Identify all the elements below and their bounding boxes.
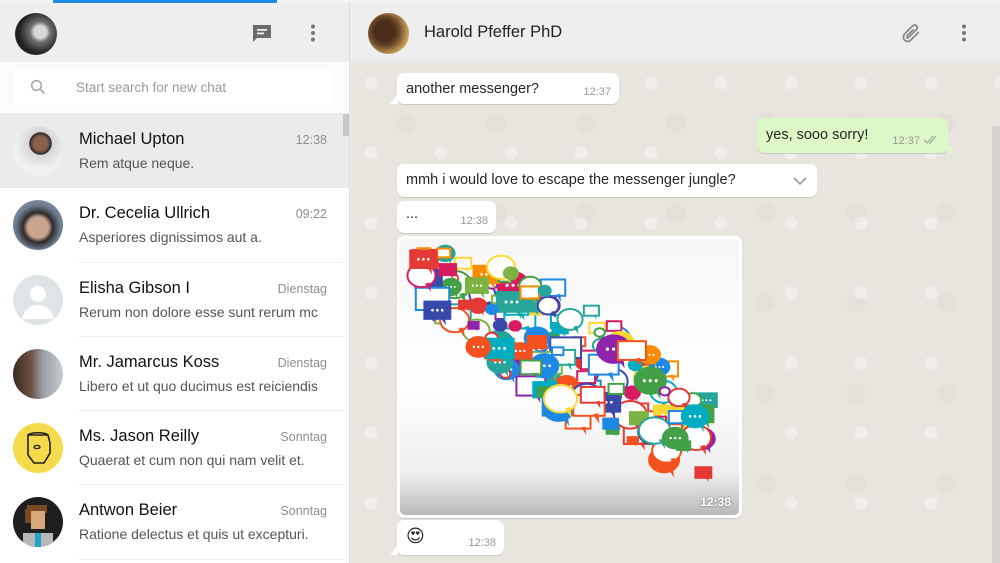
conversation-scrollbar[interactable]	[992, 126, 1000, 563]
last-message-preview: Quaerat et cum non qui nam velit et.	[79, 452, 305, 469]
last-message-time: Sonntag	[280, 504, 327, 519]
bubble-tail	[390, 545, 398, 555]
search-bar	[0, 62, 349, 114]
last-message-preview: Rem atque neque.	[79, 155, 195, 171]
message-time: 12:37	[583, 86, 611, 98]
contact-avatar	[13, 274, 63, 325]
contact-avatar	[13, 200, 63, 251]
message-incoming[interactable]: another messenger? 12:37	[390, 73, 619, 104]
contact-name: Antwon Beier	[79, 501, 178, 520]
last-message-preview: Ratione delectus et quis ut excepturi.	[79, 526, 309, 543]
new-chat-button[interactable]	[250, 21, 274, 45]
contact-name: Mr. Jamarcus Koss	[79, 352, 220, 371]
message-time: 12:37	[892, 135, 920, 147]
double-check-icon	[923, 135, 937, 144]
chat-list-item[interactable]: Michael Upton 12:38 Rem atque neque.	[0, 114, 349, 189]
contact-name: Michael Upton	[79, 130, 185, 148]
message-text: yes, sooo sorry!	[766, 127, 869, 143]
chat-list-item[interactable]: Elisha Gibson I Dienstag Rerum non dolor…	[0, 263, 349, 337]
message-time: 12:38	[700, 495, 731, 509]
sidebar-header	[0, 3, 349, 62]
shared-image[interactable]: 12:38	[400, 239, 739, 515]
message-outgoing[interactable]: yes, sooo sorry! 12:37	[757, 118, 955, 153]
sidebar-menu-button[interactable]	[301, 21, 325, 45]
conversation-header: Harold Pfeffer PhD	[351, 3, 1000, 62]
speech-bubble-shape	[694, 466, 713, 482]
message-time: 12:38	[460, 215, 488, 227]
attach-button[interactable]	[900, 21, 924, 45]
last-message-preview: Asperiores dignissimos aut a.	[79, 229, 262, 246]
chat-list-item[interactable]: Ms. Jason Reilly Sonntag Quaerat et cum …	[0, 411, 349, 486]
scrollbar-thumb[interactable]	[343, 114, 349, 136]
contact-name: Dr. Cecelia Ullrich	[79, 204, 211, 223]
conversation-menu-button[interactable]	[952, 21, 976, 45]
message-incoming[interactable]: 😍 12:38	[390, 520, 504, 555]
conversation-panel: Harold Pfeffer PhD another messenger? 12…	[351, 3, 1000, 563]
message-text: another messenger?	[406, 81, 539, 97]
emoji-message: 😍	[406, 526, 425, 546]
chat-list-item[interactable]: Antwon Beier Sonntag Ratione delectus et…	[0, 485, 349, 560]
chat-bubble-icon	[253, 25, 271, 42]
contact-name[interactable]: Harold Pfeffer PhD	[424, 23, 562, 42]
message-incoming[interactable]: ... 12:38	[397, 201, 496, 233]
last-message-time: Dienstag	[277, 355, 327, 370]
pixel-person-illustration	[23, 505, 53, 548]
message-image[interactable]: 12:38	[397, 236, 742, 518]
contact-avatar[interactable]	[368, 13, 409, 54]
last-message-preview: Rerum non dolore esse sunt rerum mc	[79, 303, 318, 320]
my-avatar[interactable]	[15, 13, 57, 55]
last-message-time: Dienstag	[277, 281, 327, 296]
search-icon	[30, 79, 46, 95]
message-incoming[interactable]: mmh i would love to escape the messenger…	[397, 164, 817, 197]
contact-avatar	[13, 126, 63, 176]
contact-avatar	[13, 497, 63, 548]
speech-bubble-shape	[508, 320, 522, 333]
contact-avatar	[13, 423, 63, 474]
message-time: 12:38	[468, 537, 496, 549]
paperclip-icon	[902, 24, 920, 43]
more-vertical-icon	[962, 24, 966, 42]
message-text: mmh i would love to escape the messenger…	[406, 172, 736, 188]
bubble-tail	[947, 143, 955, 153]
chat-list-item[interactable]: Dr. Cecelia Ullrich 09:22 Asperiores dig…	[0, 188, 349, 263]
speech-bubble-shape	[626, 436, 639, 447]
message-area: another messenger? 12:37 yes, sooo sorry…	[351, 63, 1000, 563]
chevron-down-icon[interactable]	[793, 176, 807, 186]
default-person-icon	[22, 285, 54, 319]
more-vertical-icon	[311, 24, 315, 42]
speech-bubbles-collage-image	[406, 244, 718, 482]
bubble-tail	[390, 94, 398, 104]
chat-list-scrollbar[interactable]	[343, 114, 349, 563]
message-text: ...	[406, 206, 419, 222]
speech-bubble-shape	[582, 304, 600, 320]
contact-name: Elisha Gibson I	[79, 278, 190, 297]
search-input[interactable]	[76, 70, 326, 104]
robot-head-illustration	[27, 432, 51, 464]
search-box	[14, 70, 332, 104]
last-message-time: 12:38	[295, 133, 327, 147]
chat-list-item[interactable]: Mr. Jamarcus Koss Dienstag Libero et ut …	[0, 337, 349, 412]
last-message-preview: Libero et ut quo ducimus est reiciendis	[79, 377, 318, 394]
contact-avatar	[13, 348, 63, 399]
chat-list: Michael Upton 12:38 Rem atque neque. Dr.…	[0, 114, 349, 563]
last-message-time: 09:22	[295, 207, 327, 222]
contact-name: Ms. Jason Reilly	[79, 427, 200, 446]
message-meta: 12:37	[892, 135, 939, 147]
sidebar: Michael Upton 12:38 Rem atque neque. Dr.…	[0, 3, 350, 563]
last-message-time: Sonntag	[280, 430, 327, 445]
